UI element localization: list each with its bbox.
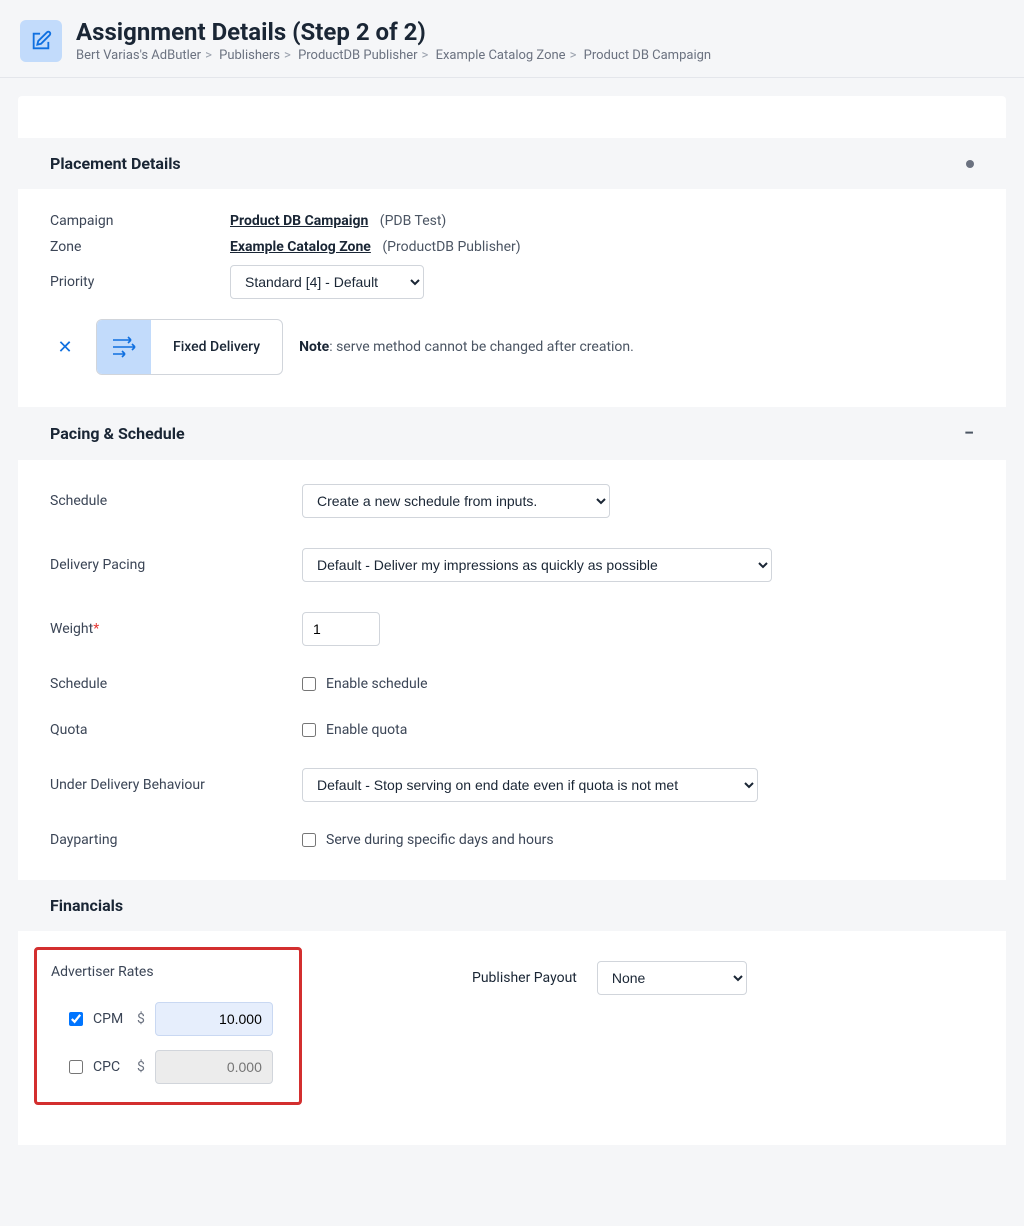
section-title: Pacing & Schedule <box>50 424 185 443</box>
close-icon[interactable]: ✕ <box>50 337 80 358</box>
dayparting-check-label: Serve during specific days and hours <box>326 832 554 848</box>
priority-select[interactable]: Standard [4] - Default <box>230 265 424 299</box>
placement-body: Campaign Product DB Campaign (PDB Test) … <box>18 189 1006 407</box>
udb-label: Under Delivery Behaviour <box>50 777 302 793</box>
priority-label: Priority <box>50 274 230 290</box>
zone-label: Zone <box>50 239 230 255</box>
breadcrumb-item[interactable]: Example Catalog Zone <box>436 48 566 63</box>
quota-label: Quota <box>50 722 302 738</box>
cpc-checkbox[interactable] <box>69 1060 83 1074</box>
weight-label: Weight* <box>50 621 302 637</box>
breadcrumb-item[interactable]: Product DB Campaign <box>584 48 711 63</box>
campaign-link[interactable]: Product DB Campaign <box>230 213 368 229</box>
arrows-icon <box>97 320 151 374</box>
enable-quota-checkbox[interactable] <box>302 723 316 737</box>
section-title: Placement Details <box>50 154 181 173</box>
header-bar: Assignment Details (Step 2 of 2) Bert Va… <box>0 0 1024 78</box>
section-header-pacing: Pacing & Schedule − <box>18 407 1006 460</box>
delivery-pacing-label: Delivery Pacing <box>50 557 302 573</box>
section-header-financials: Financials <box>18 880 1006 931</box>
advertiser-rates-title: Advertiser Rates <box>51 964 285 980</box>
udb-select[interactable]: Default - Stop serving on end date even … <box>302 768 758 802</box>
enable-schedule-label: Enable schedule <box>326 676 428 692</box>
weight-input[interactable] <box>302 612 380 646</box>
breadcrumb-item[interactable]: ProductDB Publisher <box>298 48 417 63</box>
section-title: Financials <box>50 896 123 915</box>
delivery-method-label: Fixed Delivery <box>151 339 282 355</box>
page-title: Assignment Details (Step 2 of 2) <box>76 18 1004 46</box>
cpc-currency: $ <box>137 1059 145 1075</box>
cpc-label: CPC <box>93 1059 127 1075</box>
section-header-placement: Placement Details <box>18 138 1006 189</box>
schedule2-label: Schedule <box>50 676 302 692</box>
campaign-subtext: (PDB Test) <box>380 213 447 229</box>
zone-subtext: (ProductDB Publisher) <box>382 239 520 255</box>
campaign-label: Campaign <box>50 213 230 229</box>
pacing-body: Schedule Create a new schedule from inpu… <box>18 460 1006 880</box>
cpm-label: CPM <box>93 1011 127 1027</box>
publisher-payout-label: Publisher Payout <box>472 970 577 986</box>
zone-link[interactable]: Example Catalog Zone <box>230 239 371 255</box>
schedule-select[interactable]: Create a new schedule from inputs. <box>302 484 610 518</box>
enable-quota-label: Enable quota <box>326 722 407 738</box>
dot-indicator-icon <box>966 160 974 168</box>
publisher-payout-select[interactable]: None <box>597 961 747 995</box>
delivery-method-pill: Fixed Delivery <box>96 319 283 375</box>
enable-schedule-checkbox[interactable] <box>302 677 316 691</box>
schedule-label: Schedule <box>50 493 302 509</box>
cpm-currency: $ <box>137 1011 145 1027</box>
edit-page-icon <box>20 20 62 62</box>
collapse-icon[interactable]: − <box>964 423 974 444</box>
breadcrumb-item[interactable]: Bert Varias's AdButler <box>76 48 201 63</box>
delivery-note: Note: serve method cannot be changed aft… <box>299 339 634 355</box>
cpc-input[interactable] <box>155 1050 273 1084</box>
delivery-pacing-select[interactable]: Default - Deliver my impressions as quic… <box>302 548 772 582</box>
financials-body: Advertiser Rates CPM $ CPC $ Publisher P… <box>18 931 1006 1145</box>
cpm-input[interactable] <box>155 1002 273 1036</box>
breadcrumb: Bert Varias's AdButler> Publishers> Prod… <box>76 48 1004 63</box>
card-top-spacer <box>18 96 1006 138</box>
dayparting-checkbox[interactable] <box>302 833 316 847</box>
dayparting-label: Dayparting <box>50 832 302 848</box>
advertiser-rates-highlight: Advertiser Rates CPM $ CPC $ <box>34 947 302 1105</box>
cpm-checkbox[interactable] <box>69 1012 83 1026</box>
breadcrumb-item[interactable]: Publishers <box>219 48 280 63</box>
